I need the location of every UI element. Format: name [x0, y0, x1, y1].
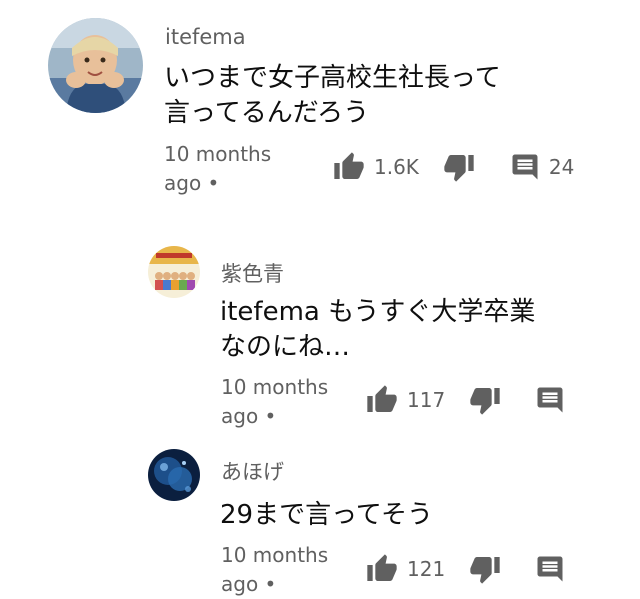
timestamp-line: ago •: [221, 404, 277, 428]
comment-reply-item: 紫色青 itefema もうすぐ大学卒業 なのにね… 10 months ago…: [0, 230, 640, 430]
timestamp-line: 10 months: [164, 142, 272, 166]
thumb-down-icon: [469, 553, 501, 585]
comment-icon: [535, 385, 565, 415]
like-count: 121: [407, 557, 446, 581]
avatar[interactable]: [48, 18, 143, 113]
comment-text-line: 言ってるんだろう: [164, 98, 370, 128]
comment-timestamp[interactable]: 10 months ago •: [221, 373, 328, 431]
comment-text-line: いつまで女子高校生社長って: [164, 63, 501, 93]
comment-timestamp[interactable]: 10 months ago •: [164, 140, 271, 198]
reply-count: 24: [548, 155, 575, 179]
like-count: 117: [407, 388, 446, 412]
comment-actions: 121: [366, 553, 565, 585]
timestamp-line: 10 months: [221, 543, 329, 567]
thumb-up-icon: [333, 151, 365, 183]
thumb-up-icon: [366, 553, 398, 585]
comment-icon: [510, 152, 540, 182]
mention-link[interactable]: itefema: [220, 297, 320, 327]
thumb-down-icon: [469, 384, 501, 416]
comment-reply-item: あほげ 29まで言ってそう 10 months ago • 121: [0, 440, 640, 596]
timestamp-line: ago •: [221, 572, 277, 596]
timestamp-line: 10 months: [221, 375, 329, 399]
comment-text-line: 29まで言ってそう: [220, 500, 434, 530]
avatar[interactable]: [148, 449, 200, 501]
comment-author[interactable]: あほげ: [221, 456, 284, 486]
comment-text: もうすぐ大学卒業: [319, 297, 536, 327]
like-count: 1.6K: [374, 155, 419, 179]
timestamp-line: ago •: [164, 171, 220, 195]
dislike-button[interactable]: [469, 384, 501, 416]
comment-text-line: itefema もうすぐ大学卒業: [220, 295, 535, 330]
comment-text-line: なのにね…: [220, 332, 351, 362]
like-button[interactable]: 121: [366, 553, 445, 585]
dislike-button[interactable]: [469, 553, 501, 585]
comment-author[interactable]: itefema: [165, 25, 246, 49]
comment-timestamp[interactable]: 10 months ago •: [221, 541, 328, 599]
avatar[interactable]: [148, 246, 200, 298]
dislike-button[interactable]: [443, 151, 475, 183]
comment-actions: 117: [366, 384, 565, 416]
reply-button[interactable]: 24: [510, 152, 574, 182]
like-button[interactable]: 117: [366, 384, 445, 416]
comment-author[interactable]: 紫色青: [221, 258, 284, 288]
comment-thread-item: itefema いつまで女子高校生社長って 言ってるんだろう 10 months…: [0, 0, 640, 220]
thumb-up-icon: [366, 384, 398, 416]
reply-button[interactable]: [535, 385, 565, 415]
comment-actions: 1.6K 24: [333, 151, 574, 183]
like-button[interactable]: 1.6K: [333, 151, 419, 183]
thumb-down-icon: [443, 151, 475, 183]
